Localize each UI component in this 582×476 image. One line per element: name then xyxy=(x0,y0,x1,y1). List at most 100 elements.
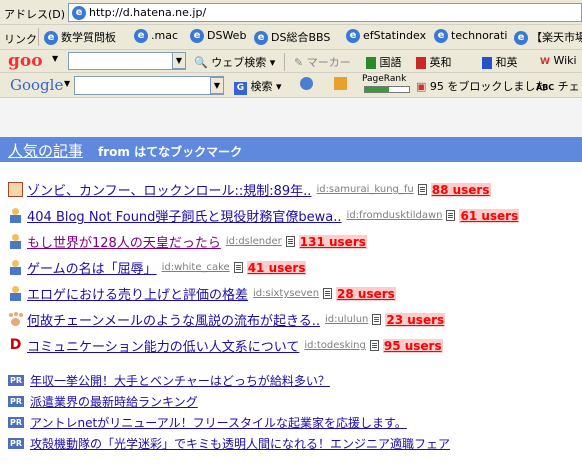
article-row: 何故チェーンメールのような風説の流布が起きる.. id:ululun 23 user… xyxy=(8,310,446,332)
article-title[interactable]: ゲームの名は「屈辱」 xyxy=(27,262,157,277)
goo-web-search-button[interactable]: 🔍 ウェブ検索 ▾ xyxy=(194,54,275,70)
goo-logo[interactable]: goo xyxy=(8,51,43,71)
bookmark-users-count[interactable]: 28 users xyxy=(336,286,396,301)
google-menu-arrow-icon[interactable]: ▼ xyxy=(64,79,70,88)
book-green-icon xyxy=(366,57,376,69)
article-title[interactable]: 何故チェーンメールのような風説の流布が起きる.. xyxy=(27,314,320,329)
magnifier-icon: 🔍 xyxy=(194,56,208,69)
address-label: アドレス(D) xyxy=(4,8,66,21)
link-item-math[interactable]: e 数学質問板 xyxy=(44,29,116,45)
marker-icon: ✎ xyxy=(294,56,304,69)
spellcheck-icon: ABC xyxy=(536,83,555,92)
bookmark-users-count[interactable]: 41 users xyxy=(246,260,307,275)
ie-icon: e xyxy=(254,31,268,45)
globe-icon xyxy=(300,77,313,90)
book-blue-icon xyxy=(482,57,492,69)
bookmark-users-count[interactable]: 131 users xyxy=(298,234,367,249)
ie-icon: e xyxy=(190,29,204,43)
user-icon xyxy=(8,234,23,249)
goo-separator xyxy=(284,53,285,71)
address-input[interactable]: e http://d.hatena.ne.jp/ xyxy=(68,3,582,22)
document-icon[interactable] xyxy=(323,288,333,299)
address-bar: アドレス(D) e http://d.hatena.ne.jp/ xyxy=(0,0,582,25)
document-icon[interactable] xyxy=(446,210,456,221)
wiki-icon: W xyxy=(540,57,550,67)
goo-marker-button[interactable]: ✎ マーカー xyxy=(294,54,351,70)
article-title[interactable]: 404 Blog Not Found弾子飼氏と現役財務官僚bewa.. xyxy=(27,210,342,225)
goo-dict-ej-button[interactable]: 英和 xyxy=(416,54,452,70)
article-user-id[interactable]: id:fromdusktildawn xyxy=(347,210,443,221)
article-title[interactable]: もし世界が128人の天皇だったら xyxy=(27,236,221,251)
pr-item: PR 年収一挙公開！大手とベンチャーはどっちが給料多い？ xyxy=(8,372,330,390)
article-user-id[interactable]: id:ululun xyxy=(325,314,368,325)
google-logo[interactable]: Google xyxy=(10,76,63,94)
goo-dict-jp-button[interactable]: 国語 xyxy=(366,54,402,70)
ie-icon: e xyxy=(434,29,448,43)
bookmark-users-count[interactable]: 88 users xyxy=(430,182,491,197)
bookmark-users-count[interactable]: 61 users xyxy=(459,208,520,223)
goo-search-input[interactable] xyxy=(68,52,186,70)
pr-item: PR 攻殻機動隊の「光学迷彩」でキミも透明人間になれる！エンジニア適職フェア xyxy=(8,435,450,453)
document-icon[interactable] xyxy=(369,340,379,351)
google-spellcheck-button[interactable]: ABC チェ xyxy=(536,78,580,94)
links-separator xyxy=(38,28,39,46)
pr-item: PR 派遣業界の最新時給ランキング xyxy=(8,393,198,411)
blocker-icon: ▣ xyxy=(416,80,427,93)
ie-icon: e xyxy=(514,31,528,45)
section-title[interactable]: 人気の記事 xyxy=(8,140,83,161)
pr-item: PR アントレnetがリニューアル！フリースタイルな起業家を応援します。 xyxy=(8,414,407,432)
article-row: 404 Blog Not Found弾子飼氏と現役財務官僚bewa.. id:fr… xyxy=(8,206,520,228)
link-item-technorati[interactable]: e technorati xyxy=(434,29,507,43)
document-icon[interactable] xyxy=(233,262,243,273)
google-toolbar: Google ▼ ▼ G 検索 ▾ PageRank ▣ 95 をブロックしまし… xyxy=(0,73,582,98)
pr-link[interactable]: アントレnetがリニューアル！フリースタイルな起業家を応援します。 xyxy=(30,416,407,430)
article-user-id[interactable]: id:todesking xyxy=(304,340,366,351)
user-icon xyxy=(8,260,23,275)
ie-icon: e xyxy=(134,29,148,43)
article-user-id[interactable]: id:dslender xyxy=(226,236,282,247)
d-icon: D xyxy=(9,337,22,353)
google-news-button[interactable] xyxy=(334,77,347,93)
article-row: D コミュニケーション能力の低い人文系について id:todesking 95 use… xyxy=(8,336,443,358)
link-item-efstatindex[interactable]: e efStatindex xyxy=(346,29,426,43)
address-url: http://d.hatena.ne.jp/ xyxy=(89,6,207,19)
bookmark-users-count[interactable]: 23 users xyxy=(385,312,446,327)
article-title[interactable]: ゾンビ、カンフー、ロックンロール::規制:89年.. xyxy=(27,184,311,199)
pr-link[interactable]: 派遣業界の最新時給ランキング xyxy=(30,395,198,409)
news-icon xyxy=(334,77,347,90)
goo-menu-arrow-icon[interactable]: ▼ xyxy=(52,54,58,63)
page-icon: e xyxy=(72,6,86,20)
goo-dropdown-button[interactable]: ▼ xyxy=(172,52,186,69)
article-user-id[interactable]: id:samurai_kung_fu xyxy=(316,184,413,195)
article-user-id[interactable]: id:sixtyseven xyxy=(253,288,319,299)
link-item-mac[interactable]: e .mac xyxy=(134,29,178,43)
pr-link[interactable]: 攻殻機動隊の「光学迷彩」でキミも透明人間になれる！エンジニア適職フェア xyxy=(30,437,450,451)
paw-icon xyxy=(8,312,23,327)
article-row: エロゲにおける売り上げと評価の格差 id:sixtyseven 28 users xyxy=(8,284,396,306)
article-row: ゾンビ、カンフー、ロックンロール::規制:89年.. id:samurai_kun… xyxy=(8,180,491,202)
document-icon[interactable] xyxy=(285,236,295,247)
google-globe-button[interactable] xyxy=(300,77,313,93)
pr-link[interactable]: 年収一挙公開！大手とベンチャーはどっちが給料多い？ xyxy=(30,374,330,388)
pr-badge: PR xyxy=(8,438,24,449)
link-item-dsweb[interactable]: e DSWeb xyxy=(190,29,246,43)
google-pagerank[interactable]: PageRank xyxy=(362,74,406,84)
section-subtitle: from はてなブックマーク xyxy=(98,145,243,159)
goo-dict-je-button[interactable]: 和英 xyxy=(482,54,518,70)
google-popup-blocker[interactable]: ▣ 95 をブロックしました xyxy=(416,78,546,94)
article-user-id[interactable]: id:white_cake xyxy=(162,262,230,273)
article-title[interactable]: コミュニケーション能力の低い人文系について xyxy=(27,340,299,355)
google-search-button[interactable]: G 検索 ▾ xyxy=(234,78,282,95)
article-title[interactable]: エロゲにおける売り上げと評価の格差 xyxy=(27,288,248,303)
link-item-rakuten[interactable]: e 【楽天市場 xyxy=(514,29,582,45)
ie-icon: e xyxy=(346,29,360,43)
google-dropdown-button[interactable]: ▼ xyxy=(210,77,224,94)
google-search-input[interactable] xyxy=(74,76,224,95)
page-top-gap xyxy=(0,98,582,140)
bookmark-users-count[interactable]: 95 users xyxy=(382,338,443,353)
document-icon[interactable] xyxy=(372,314,382,325)
goo-wiki-button[interactable]: W Wiki xyxy=(540,54,577,67)
user-icon xyxy=(8,286,23,301)
document-icon[interactable] xyxy=(417,184,427,195)
link-item-dsbbs[interactable]: e DS総合BBS xyxy=(254,29,330,45)
